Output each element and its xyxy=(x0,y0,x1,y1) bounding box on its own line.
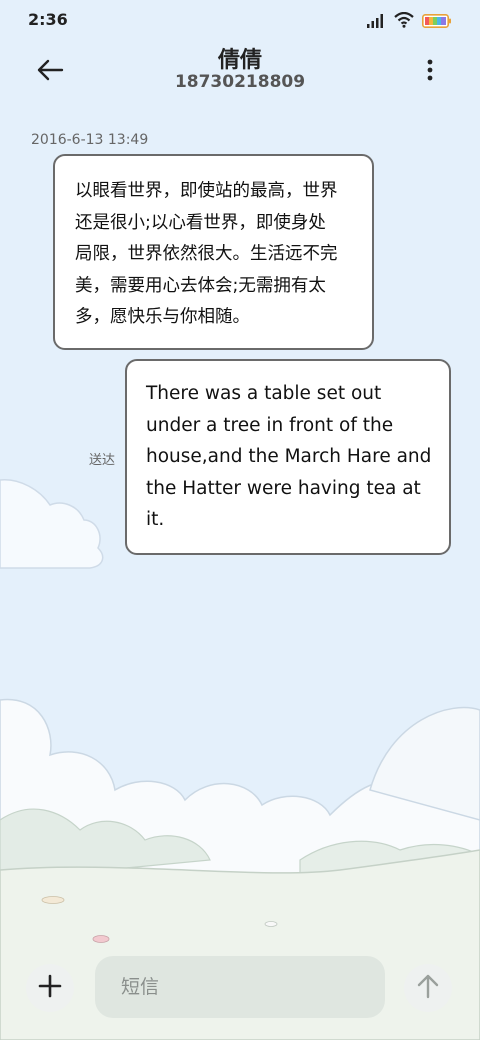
signal-icon xyxy=(366,13,386,32)
status-icons xyxy=(366,11,452,32)
message-input[interactable] xyxy=(95,956,385,1018)
more-options-button[interactable] xyxy=(418,54,442,86)
message-line: There was a table set out xyxy=(146,383,382,404)
message-timestamp: 2016-6-13 13:49 xyxy=(31,132,149,148)
message-line: house,and the March Hare and xyxy=(146,446,432,467)
message-line: 还是很小;以心看世界，即使身处 xyxy=(75,212,326,233)
send-button[interactable] xyxy=(404,964,452,1012)
message-line: under a tree in front of the xyxy=(146,414,394,436)
message-line: the Hatter were having tea at xyxy=(146,477,421,499)
message-line: 美，需要用心去体会;无需拥有太 xyxy=(75,275,326,296)
incoming-message-bubble[interactable]: 以眼看世界，即使站的最高，世界 还是很小;以心看世界，即使身处 局限，世界依然很… xyxy=(53,154,374,350)
message-input-container xyxy=(95,956,385,1018)
wifi-icon xyxy=(394,11,414,32)
contact-number: 18730218809 xyxy=(174,72,306,92)
contact-name: 倩倩 xyxy=(217,48,262,73)
battery-icon xyxy=(422,13,452,32)
message-line: 多，愿快乐与你相随。 xyxy=(75,307,250,327)
add-attachment-button[interactable] xyxy=(26,964,74,1012)
message-line: it. xyxy=(146,509,165,530)
more-vertical-icon xyxy=(418,59,442,90)
plus-icon xyxy=(38,974,62,1002)
outgoing-message-bubble[interactable]: There was a table set out under a tree i… xyxy=(125,359,451,555)
message-line: 局限，世界依然很大。生活远不完 xyxy=(75,244,338,264)
arrow-up-icon xyxy=(415,973,441,1003)
delivery-status: 送达 xyxy=(89,453,116,468)
conversation-header: 倩倩 18730218809 xyxy=(0,40,480,100)
status-bar: 2:36 xyxy=(0,0,480,40)
message-composer xyxy=(0,952,480,1022)
message-line: 以眼看世界，即使站的最高，世界 xyxy=(75,181,338,201)
status-time: 2:36 xyxy=(28,10,68,29)
